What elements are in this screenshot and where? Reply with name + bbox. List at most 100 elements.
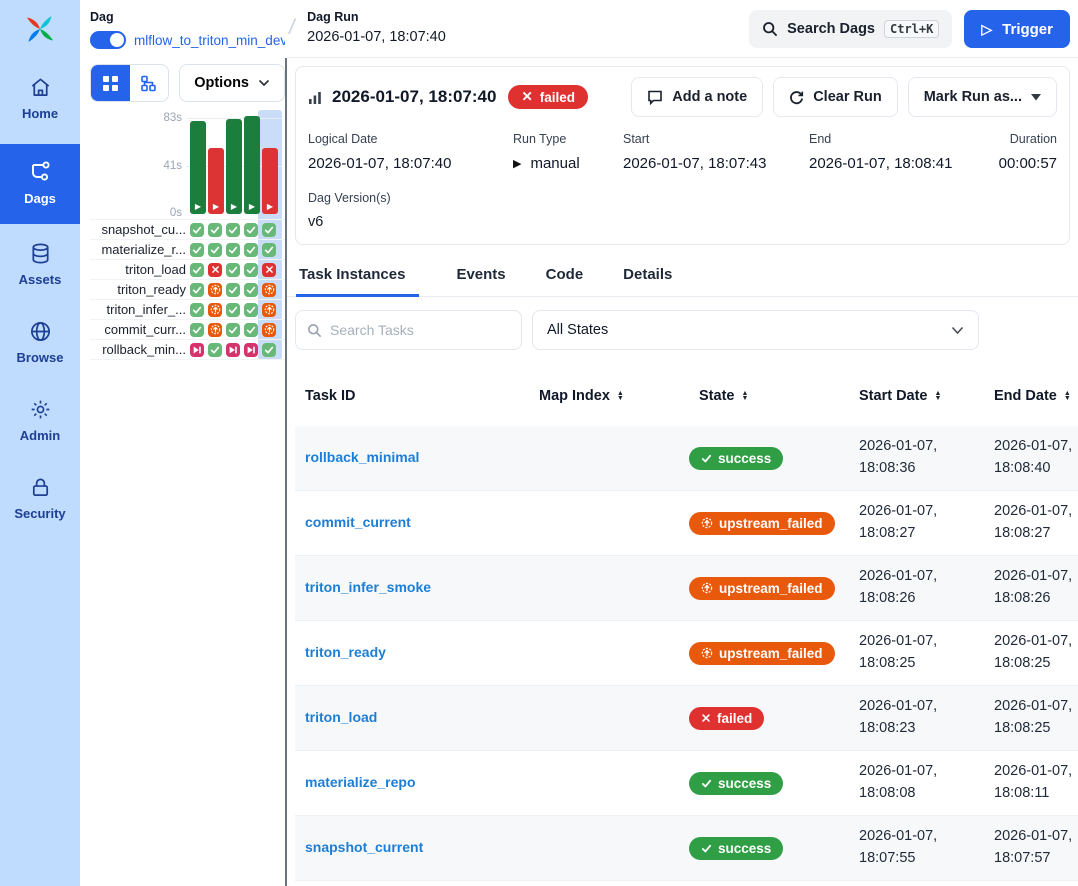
sidebar-item-assets[interactable]: Assets [0, 229, 80, 302]
sidebar-item-dags[interactable]: Dags [0, 144, 80, 224]
state-filter-select[interactable]: All States [532, 310, 979, 350]
grid-task-rows: snapshot_cu... materialize_r... triton_loa… [90, 219, 285, 360]
table-row: commit_currentupstream_failed2026-01-07,… [295, 491, 1078, 556]
task-instance-success[interactable] [226, 283, 240, 297]
check-icon [246, 285, 256, 295]
bar-chart-icon [308, 90, 323, 105]
trigger-button[interactable]: ▷ Trigger [964, 10, 1070, 48]
tab-details[interactable]: Details [620, 259, 675, 297]
state-badge-upstream_failed: upstream_failed [689, 577, 835, 600]
task-instance-success[interactable] [226, 303, 240, 317]
mark-run-as-button[interactable]: Mark Run as... [908, 77, 1057, 117]
check-icon [264, 345, 274, 355]
grid-task-label[interactable]: triton_infer_... [90, 302, 186, 317]
sidebar-item-security[interactable]: Security [0, 463, 80, 536]
sidebar-item-admin[interactable]: Admin [0, 385, 80, 458]
task-instance-success[interactable] [190, 283, 204, 297]
options-button[interactable]: Options [179, 64, 285, 102]
task-id-link[interactable]: snapshot_current [305, 839, 423, 855]
task-instance-success[interactable] [190, 223, 204, 237]
search-tasks-input[interactable] [330, 322, 490, 338]
task-instance-success[interactable] [190, 243, 204, 257]
dag-pause-toggle[interactable] [90, 31, 126, 49]
task-instance-failed[interactable] [262, 263, 276, 277]
task-instance-success[interactable] [226, 323, 240, 337]
column-header-start-date[interactable]: Start Date▲▼ [859, 388, 994, 404]
end-date-cell: 2026-01-07,18:08:25 [994, 631, 1078, 675]
task-instance-success[interactable] [244, 243, 258, 257]
run-bar-success[interactable]: ▶ [190, 121, 206, 214]
sort-icon[interactable]: ▲▼ [741, 391, 748, 402]
task-instance-success[interactable] [190, 323, 204, 337]
search-dags-button[interactable]: Search Dags Ctrl+K [749, 10, 952, 48]
breadcrumb: Dag Run 2026-01-07, 18:07:40 [307, 10, 446, 45]
run-bar-failed[interactable]: ▶ [262, 148, 278, 214]
task-instance-success[interactable] [226, 263, 240, 277]
task-instance-success[interactable] [244, 303, 258, 317]
task-instance-success[interactable] [208, 243, 222, 257]
task-instance-success[interactable] [244, 283, 258, 297]
task-instance-upstream_failed[interactable] [208, 283, 222, 297]
run-bar-failed[interactable]: ▶ [208, 148, 224, 214]
add-note-button[interactable]: Add a note [631, 77, 763, 117]
grid-view-button[interactable] [91, 65, 130, 101]
task-id-link[interactable]: materialize_repo [305, 774, 416, 790]
sort-icon[interactable]: ▲▼ [617, 391, 624, 402]
task-instance-failed[interactable] [208, 263, 222, 277]
task-id-link[interactable]: rollback_minimal [305, 449, 419, 465]
sort-icon[interactable]: ▲▼ [1064, 391, 1071, 402]
task-instance-upstream_failed[interactable] [208, 323, 222, 337]
tab-events[interactable]: Events [453, 259, 508, 297]
task-id-link[interactable]: commit_current [305, 514, 411, 530]
grid-task-label[interactable]: rollback_min... [90, 342, 186, 357]
dag-name-link[interactable]: mlflow_to_triton_min_dev [134, 33, 285, 48]
task-instance-upstream_failed[interactable] [262, 323, 276, 337]
task-instance-success[interactable] [262, 243, 276, 257]
sort-icon[interactable]: ▲▼ [935, 391, 942, 402]
task-instance-skipped[interactable] [190, 343, 204, 357]
task-instance-success[interactable] [190, 303, 204, 317]
start-date-cell: 2026-01-07,18:08:36 [859, 436, 994, 480]
task-instance-upstream_failed[interactable] [208, 303, 222, 317]
grid-task-label[interactable]: snapshot_cu... [90, 222, 186, 237]
sidebar: Home DagsAssetsBrowseAdminSecurity [0, 0, 80, 886]
airflow-logo[interactable] [0, 0, 80, 58]
task-instance-upstream_failed[interactable] [262, 303, 276, 317]
sidebar-item-browse[interactable]: Browse [0, 307, 80, 380]
grid-task-label[interactable]: commit_curr... [90, 322, 186, 337]
run-bar-success[interactable]: ▶ [244, 116, 260, 214]
task-instance-success[interactable] [262, 343, 276, 357]
task-instance-skipped[interactable] [226, 343, 240, 357]
grid-task-label[interactable]: triton_ready [90, 282, 186, 297]
tab-code[interactable]: Code [543, 259, 587, 297]
check-icon [246, 325, 256, 335]
task-instance-success[interactable] [190, 263, 204, 277]
sidebar-nav: Home DagsAssetsBrowseAdminSecurity [0, 58, 80, 536]
clear-run-button[interactable]: Clear Run [773, 77, 898, 117]
end-date-cell: 2026-01-07,18:08:26 [994, 566, 1078, 610]
grid-task-label[interactable]: materialize_r... [90, 242, 186, 257]
graph-view-button[interactable] [130, 65, 169, 101]
task-instance-success[interactable] [208, 343, 222, 357]
task-instance-success[interactable] [244, 263, 258, 277]
task-instance-success[interactable] [244, 223, 258, 237]
tab-task-instances[interactable]: Task Instances [296, 259, 419, 297]
task-instance-success[interactable] [226, 223, 240, 237]
column-header-map-index[interactable]: Map Index▲▼ [539, 388, 659, 404]
task-instance-success[interactable] [262, 223, 276, 237]
task-id-link[interactable]: triton_ready [305, 644, 386, 660]
task-id-link[interactable]: triton_load [305, 709, 377, 725]
task-instance-upstream_failed[interactable] [262, 283, 276, 297]
task-instance-success[interactable] [208, 223, 222, 237]
airflow-pinwheel-icon [24, 13, 56, 45]
column-header-state[interactable]: State▲▼ [659, 388, 859, 404]
main-panel: / Dag Run 2026-01-07, 18:07:40 Search Da… [287, 0, 1078, 886]
sidebar-item-home[interactable]: Home [0, 63, 80, 136]
column-header-end-date[interactable]: End Date▲▼ [994, 388, 1078, 404]
task-instance-skipped[interactable] [244, 343, 258, 357]
run-bar-success[interactable]: ▶ [226, 119, 242, 214]
grid-task-label[interactable]: triton_load [90, 262, 186, 277]
task-id-link[interactable]: triton_infer_smoke [305, 579, 431, 595]
task-instance-success[interactable] [244, 323, 258, 337]
task-instance-success[interactable] [226, 243, 240, 257]
